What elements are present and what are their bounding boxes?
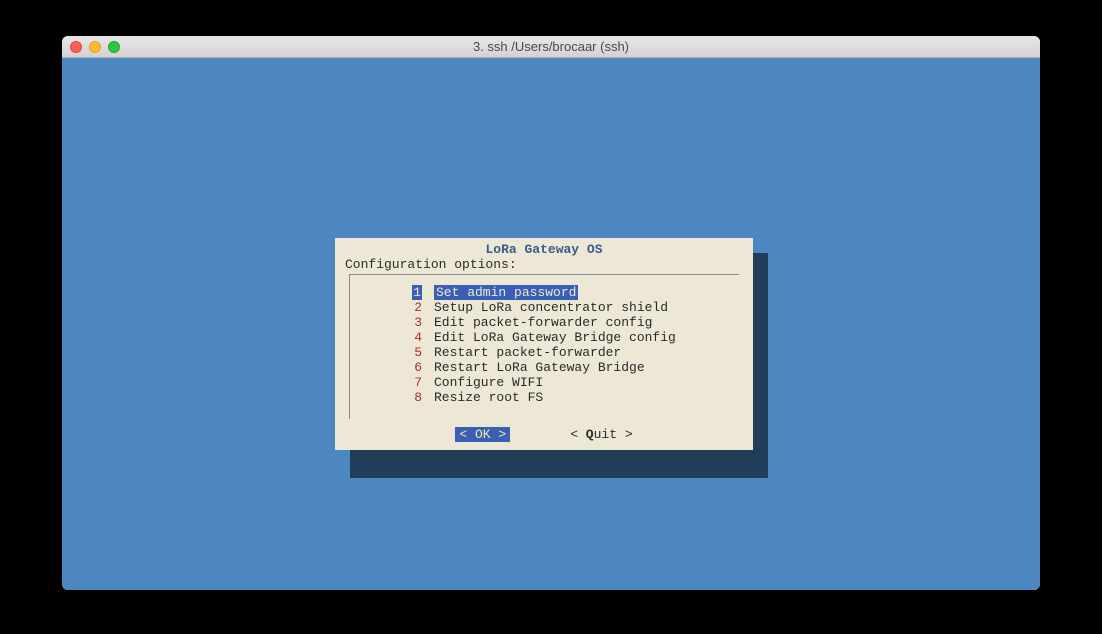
menu-item-label: Restart LoRa Gateway Bridge: [434, 360, 645, 375]
menu-item-label: Restart packet-forwarder: [434, 345, 621, 360]
menu-item-label: Edit LoRa Gateway Bridge config: [434, 330, 676, 345]
menu-item-number: 1: [412, 285, 422, 300]
close-icon[interactable]: [70, 41, 82, 53]
quit-hotkey: Q: [586, 427, 594, 442]
terminal-window: 3. ssh /Users/brocaar (ssh) LoRa Gateway…: [62, 36, 1040, 590]
menu-item-number: 6: [412, 360, 422, 375]
menu-item-label: Set admin password: [434, 285, 578, 300]
dialog-title: LoRa Gateway OS: [335, 242, 753, 257]
dialog-buttons: < OK > < Quit >: [335, 427, 753, 442]
minimize-icon[interactable]: [89, 41, 101, 53]
menu-item-number: 7: [412, 375, 422, 390]
menu-item-number: 3: [412, 315, 422, 330]
menu-item-8[interactable]: 8 Resize root FS: [350, 390, 739, 405]
titlebar: 3. ssh /Users/brocaar (ssh): [62, 36, 1040, 58]
quit-button[interactable]: < Quit >: [570, 427, 632, 442]
window-controls: [70, 41, 120, 53]
window-title: 3. ssh /Users/brocaar (ssh): [62, 39, 1040, 54]
quit-rest: uit >: [594, 427, 633, 442]
menu-item-label: Setup LoRa concentrator shield: [434, 300, 668, 315]
menu-item-4[interactable]: 4 Edit LoRa Gateway Bridge config: [350, 330, 739, 345]
maximize-icon[interactable]: [108, 41, 120, 53]
terminal-area[interactable]: LoRa Gateway OS Configuration options: 1…: [62, 58, 1040, 590]
menu-item-6[interactable]: 6 Restart LoRa Gateway Bridge: [350, 360, 739, 375]
dialog-subtitle: Configuration options:: [335, 257, 753, 272]
menu-item-label: Edit packet-forwarder config: [434, 315, 652, 330]
quit-prefix: <: [570, 427, 586, 442]
menu-item-number: 8: [412, 390, 422, 405]
menu-item-3[interactable]: 3 Edit packet-forwarder config: [350, 315, 739, 330]
menu-item-5[interactable]: 5 Restart packet-forwarder: [350, 345, 739, 360]
config-dialog: LoRa Gateway OS Configuration options: 1…: [335, 238, 753, 450]
menu-item-label: Resize root FS: [434, 390, 543, 405]
menu-item-2[interactable]: 2 Setup LoRa concentrator shield: [350, 300, 739, 315]
menu-item-7[interactable]: 7 Configure WIFI: [350, 375, 739, 390]
menu-item-label: Configure WIFI: [434, 375, 543, 390]
ok-button[interactable]: < OK >: [455, 427, 510, 442]
menu-item-number: 2: [412, 300, 422, 315]
menu-item-number: 5: [412, 345, 422, 360]
menu-item-1[interactable]: 1 Set admin password: [350, 285, 739, 300]
menu-frame: 1 Set admin password 2 Setup LoRa concentra…: [349, 274, 739, 419]
menu-item-number: 4: [412, 330, 422, 345]
